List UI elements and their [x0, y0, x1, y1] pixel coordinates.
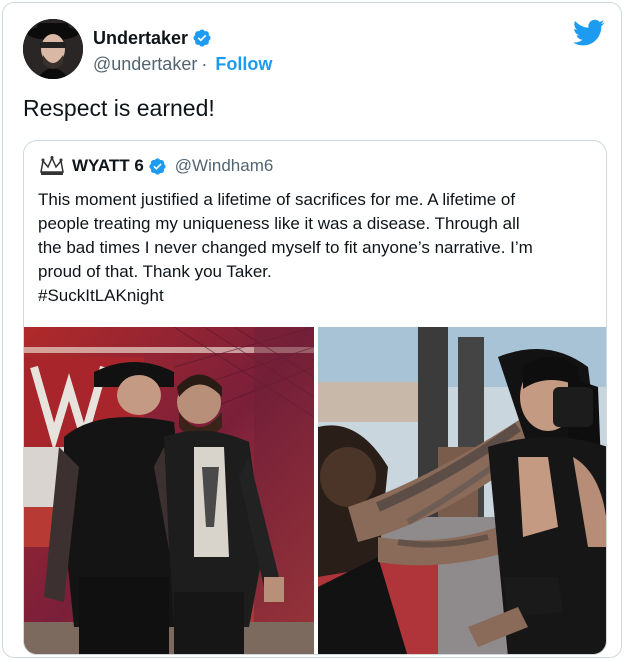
verified-badge-icon	[192, 28, 212, 48]
quoted-tweet-text: This moment justified a lifetime of sacr…	[38, 188, 594, 308]
media-grid	[24, 327, 606, 654]
tweet-body-text: Respect is earned!	[23, 95, 215, 121]
quoted-text-line: proud of that. Thank you Taker.	[38, 262, 272, 281]
quoted-text-line: This moment justified a lifetime of sacr…	[38, 190, 516, 209]
quoted-author-handle[interactable]: @Windham6	[175, 156, 274, 176]
follow-button[interactable]: Follow	[215, 54, 272, 75]
quoted-author-name[interactable]: WYATT 6	[72, 156, 144, 176]
author-handle[interactable]: @undertaker	[93, 54, 197, 75]
author-display-name[interactable]: Undertaker	[93, 28, 188, 49]
hashtag-link[interactable]: #SuckItLAKnight	[38, 284, 594, 308]
quoted-tweet-header: WYATT 6 @Windham6	[38, 153, 273, 179]
author-avatar[interactable]	[23, 19, 83, 79]
wrestlers-facing-photo[interactable]	[24, 327, 314, 654]
embedded-tweet-card: Undertaker @undertaker · Follow Respect …	[2, 2, 622, 658]
author-info: Undertaker @undertaker · Follow	[93, 25, 272, 77]
quoted-tweet[interactable]: WYATT 6 @Windham6 This moment justified …	[23, 140, 607, 655]
crown-avatar-icon	[38, 155, 66, 177]
separator-dot: ·	[201, 53, 208, 74]
quoted-text-line: the bad times I never changed myself to …	[38, 238, 533, 257]
twitter-bird-icon[interactable]	[573, 19, 605, 47]
tweet-header: Undertaker @undertaker · Follow	[23, 17, 605, 81]
wrestlers-grappling-photo[interactable]	[318, 327, 606, 654]
verified-badge-icon	[148, 157, 167, 176]
quoted-text-line: people treating my uniqueness like it wa…	[38, 214, 520, 233]
